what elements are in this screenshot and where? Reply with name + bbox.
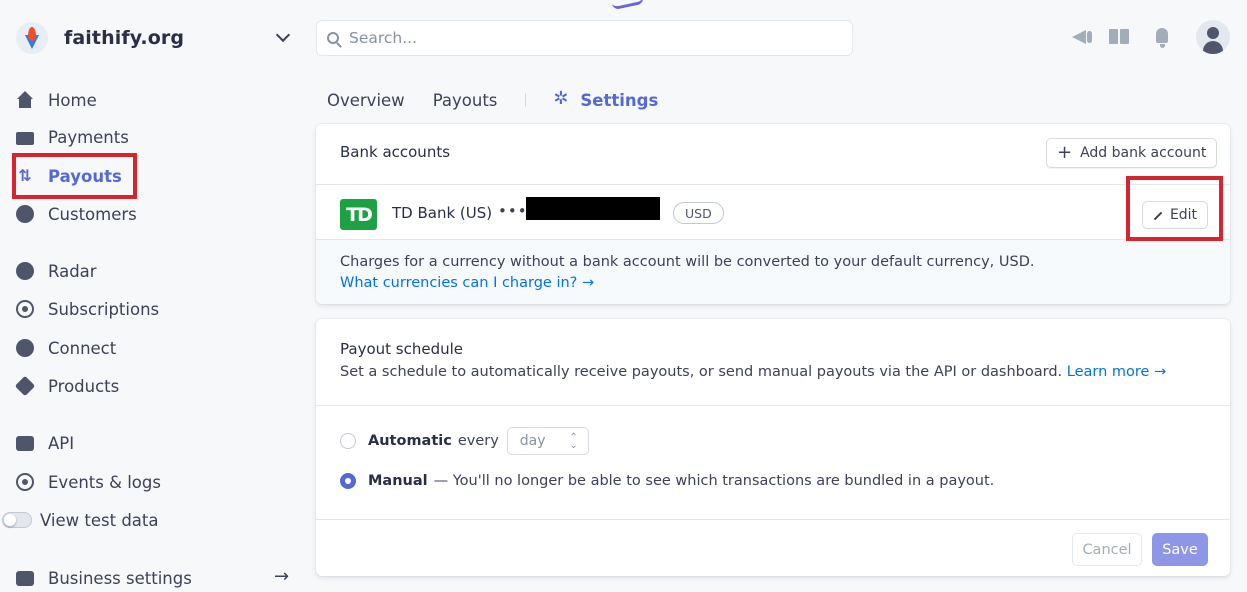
sidebar-item-label: Payments (48, 127, 129, 147)
automatic-every-text: every (457, 433, 499, 449)
add-bank-account-button[interactable]: + Add bank account (1046, 138, 1218, 168)
learn-more-link[interactable]: Learn more → (1067, 364, 1166, 380)
cancel-button[interactable]: Cancel (1072, 533, 1142, 566)
sidebar-item-api[interactable]: API (16, 428, 74, 458)
manual-radio[interactable] (340, 473, 356, 489)
automatic-label: Automatic (368, 433, 452, 449)
payout-schedule-card: Payout schedule Set a schedule to automa… (316, 319, 1230, 576)
sidebar-item-products[interactable]: Products (14, 371, 120, 401)
gear-icon (553, 88, 570, 109)
sidebar-item-label: View test data (40, 510, 159, 530)
manual-label: Manual (368, 473, 428, 489)
manual-option[interactable]: Manual — You'll no longer be able to see… (340, 473, 994, 489)
sidebar-item-home[interactable]: Home (16, 85, 97, 115)
automatic-radio[interactable] (340, 433, 356, 449)
currency-badge: USD (673, 202, 724, 224)
sidebar-item-events-logs[interactable]: Events & logs (16, 467, 161, 497)
sidebar: faithify.org Home Payments ⇅ Payouts Cus… (0, 0, 300, 592)
payout-schedule-title: Payout schedule (340, 340, 463, 358)
sidebar-item-label: Business settings (48, 568, 192, 588)
td-bank-logo: TD (340, 199, 377, 230)
view-test-data-toggle[interactable]: View test data (2, 505, 159, 535)
terminal-icon (16, 435, 34, 451)
sidebar-item-business-settings[interactable]: Business settings (16, 563, 192, 592)
sidebar-item-label: API (48, 433, 75, 453)
search-input[interactable] (349, 29, 829, 47)
arrow-right-icon[interactable]: → (274, 566, 289, 587)
avatar[interactable] (1196, 20, 1230, 54)
stepper-arrows-icon: ⌃ ⌄ (569, 432, 578, 451)
bank-name: TD Bank (US) (392, 204, 493, 222)
radar-icon (16, 262, 34, 280)
currency-note: Charges for a currency without a bank ac… (340, 254, 1035, 270)
payout-interval-select[interactable]: day ⌃ ⌄ (506, 427, 589, 455)
sidebar-item-label: Customers (48, 204, 137, 224)
divider (316, 519, 1230, 520)
search-icon (327, 32, 339, 44)
megaphone-icon[interactable] (1070, 26, 1092, 48)
events-icon (16, 473, 34, 491)
manual-description: — You'll no longer be able to see which … (433, 473, 995, 489)
toggle-switch[interactable] (2, 512, 32, 528)
faithify-logo-icon (16, 22, 48, 54)
house-icon (16, 91, 34, 109)
interval-value: day (519, 433, 546, 449)
sidebar-item-label: Products (48, 376, 120, 396)
sidebar-item-customers[interactable]: Customers (16, 199, 137, 229)
tab-settings[interactable]: Settings (553, 88, 659, 110)
connect-icon (16, 339, 34, 357)
automatic-option[interactable]: Automatic every day ⌃ ⌄ (340, 427, 589, 455)
currencies-help-link[interactable]: What currencies can I charge in? → (340, 275, 594, 291)
sidebar-item-radar[interactable]: Radar (16, 256, 97, 286)
sidebar-item-label: Radar (48, 261, 97, 281)
plus-icon: + (1057, 142, 1073, 163)
tab-bar: Overview Payouts Settings (327, 88, 686, 112)
tab-payouts[interactable]: Payouts (433, 91, 498, 110)
box-icon (14, 375, 36, 397)
account-switcher[interactable]: faithify.org (16, 18, 296, 58)
bank-note-area: Charges for a currency without a bank ac… (316, 240, 1230, 304)
subscriptions-icon (16, 300, 34, 318)
divider (316, 405, 1230, 406)
bank-accounts-heading: Bank accounts (340, 143, 451, 161)
sidebar-item-label: Home (48, 90, 97, 110)
sidebar-item-connect[interactable]: Connect (16, 333, 116, 363)
chevron-down-icon (275, 27, 291, 43)
book-icon[interactable] (1109, 26, 1131, 48)
highlight-box-payouts (12, 153, 137, 199)
redacted-account-number (526, 197, 660, 220)
sidebar-item-label: Subscriptions (48, 299, 160, 319)
sidebar-item-label: Connect (48, 338, 117, 358)
sidebar-item-label: Events & logs (48, 472, 161, 492)
bank-accounts-card: Bank accounts + Add bank account TD TD B… (316, 124, 1230, 304)
add-bank-account-label: Add bank account (1080, 145, 1207, 161)
tab-settings-label: Settings (580, 90, 659, 110)
top-edge-mark (611, 0, 645, 11)
highlight-box-edit (1126, 176, 1223, 241)
sidebar-item-subscriptions[interactable]: Subscriptions (16, 294, 159, 324)
payout-schedule-description: Set a schedule to automatically receive … (340, 364, 1167, 380)
search-bar[interactable] (316, 20, 853, 56)
sidebar-item-payments[interactable]: Payments (16, 122, 129, 152)
store-icon (16, 570, 34, 586)
account-name: faithify.org (64, 27, 185, 49)
customer-icon (16, 205, 34, 223)
bell-icon[interactable] (1152, 26, 1174, 48)
wallet-icon (16, 131, 34, 145)
save-button[interactable]: Save (1152, 533, 1208, 566)
tab-overview[interactable]: Overview (327, 91, 405, 110)
bank-account-row: TD TD Bank (US) •••• USD Edit (316, 184, 1230, 240)
tab-divider (525, 93, 527, 107)
